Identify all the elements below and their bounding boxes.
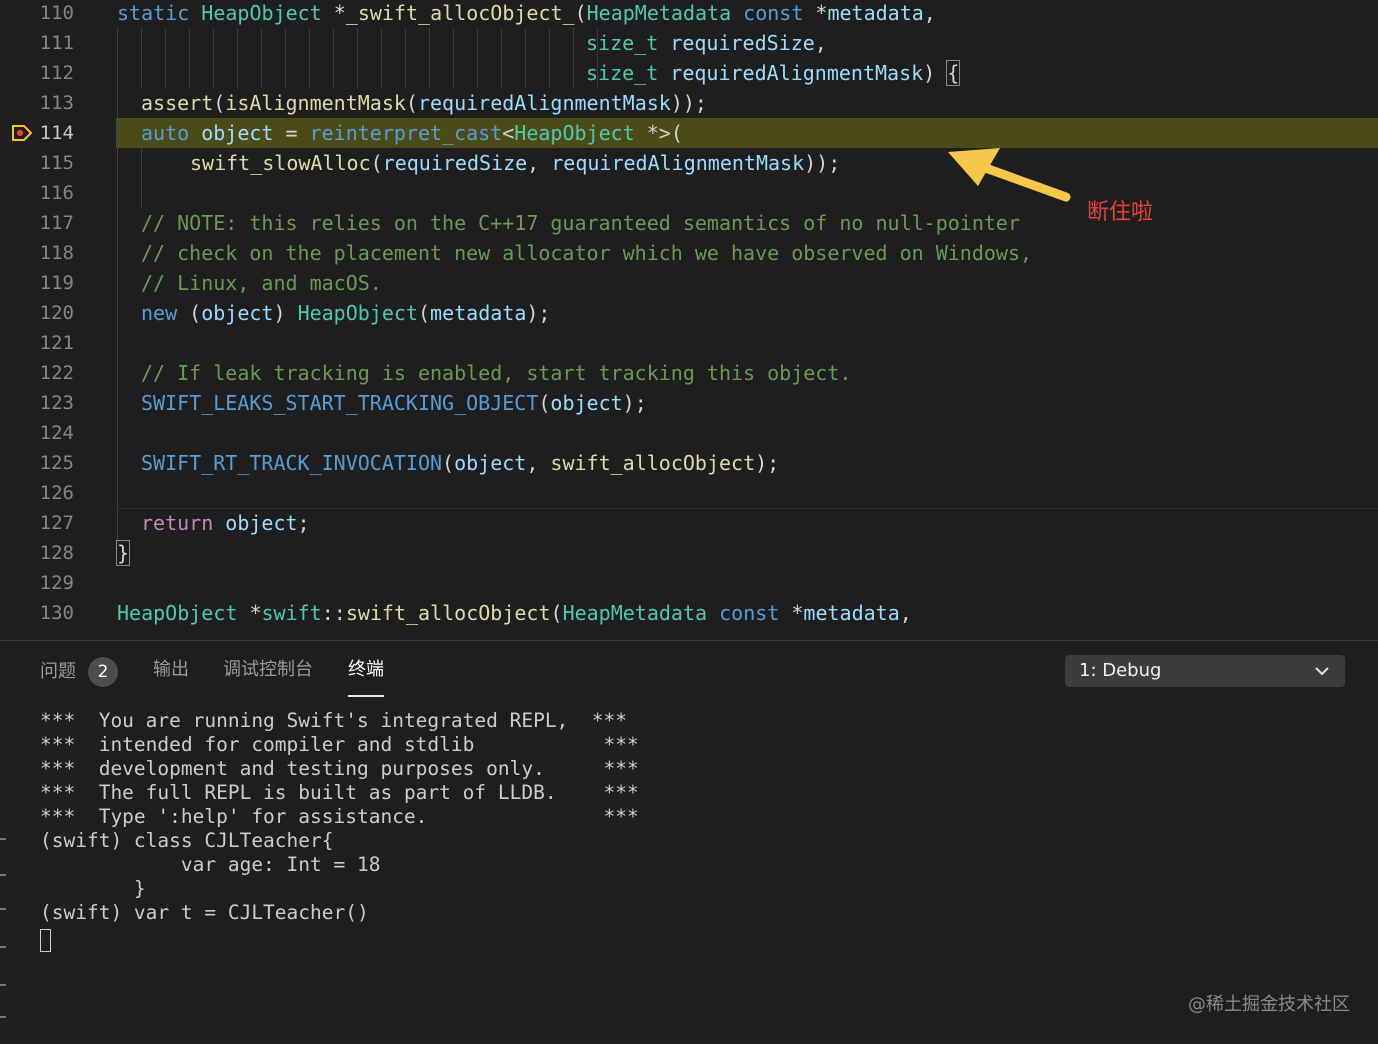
terminal-cursor: [40, 929, 51, 952]
problems-count-badge: 2: [88, 657, 118, 687]
tab-debug-console[interactable]: 调试控制台: [223, 657, 313, 683]
tab-problems[interactable]: 问题 2: [40, 657, 118, 687]
code-editor[interactable]: 110 static HeapObject *_swift_allocObject…: [0, 0, 1378, 640]
tab-problems-label: 问题: [40, 661, 76, 682]
terminal-output[interactable]: *** You are running Swift's integrated R…: [40, 709, 639, 925]
bottom-panel: 问题 2 输出 调试控制台 终端 1: Debug *** You are run…: [0, 641, 1378, 1044]
terminal-select[interactable]: 1: Debug: [1065, 655, 1345, 687]
annotation-arrow-icon: [948, 148, 1071, 202]
chevron-down-icon: [1315, 667, 1329, 676]
terminal-select-value: 1: Debug: [1079, 660, 1162, 681]
tab-output-label: 输出: [153, 659, 189, 680]
tab-output[interactable]: 输出: [153, 657, 189, 683]
tab-debug-console-label: 调试控制台: [223, 659, 313, 680]
tab-terminal[interactable]: 终端: [348, 657, 384, 697]
left-edge-fragment: [0, 838, 8, 1028]
annotation-text: 断住啦: [1087, 200, 1154, 225]
watermark: @稀土掘金技术社区: [1188, 994, 1350, 1015]
tab-terminal-label: 终端: [348, 659, 384, 680]
